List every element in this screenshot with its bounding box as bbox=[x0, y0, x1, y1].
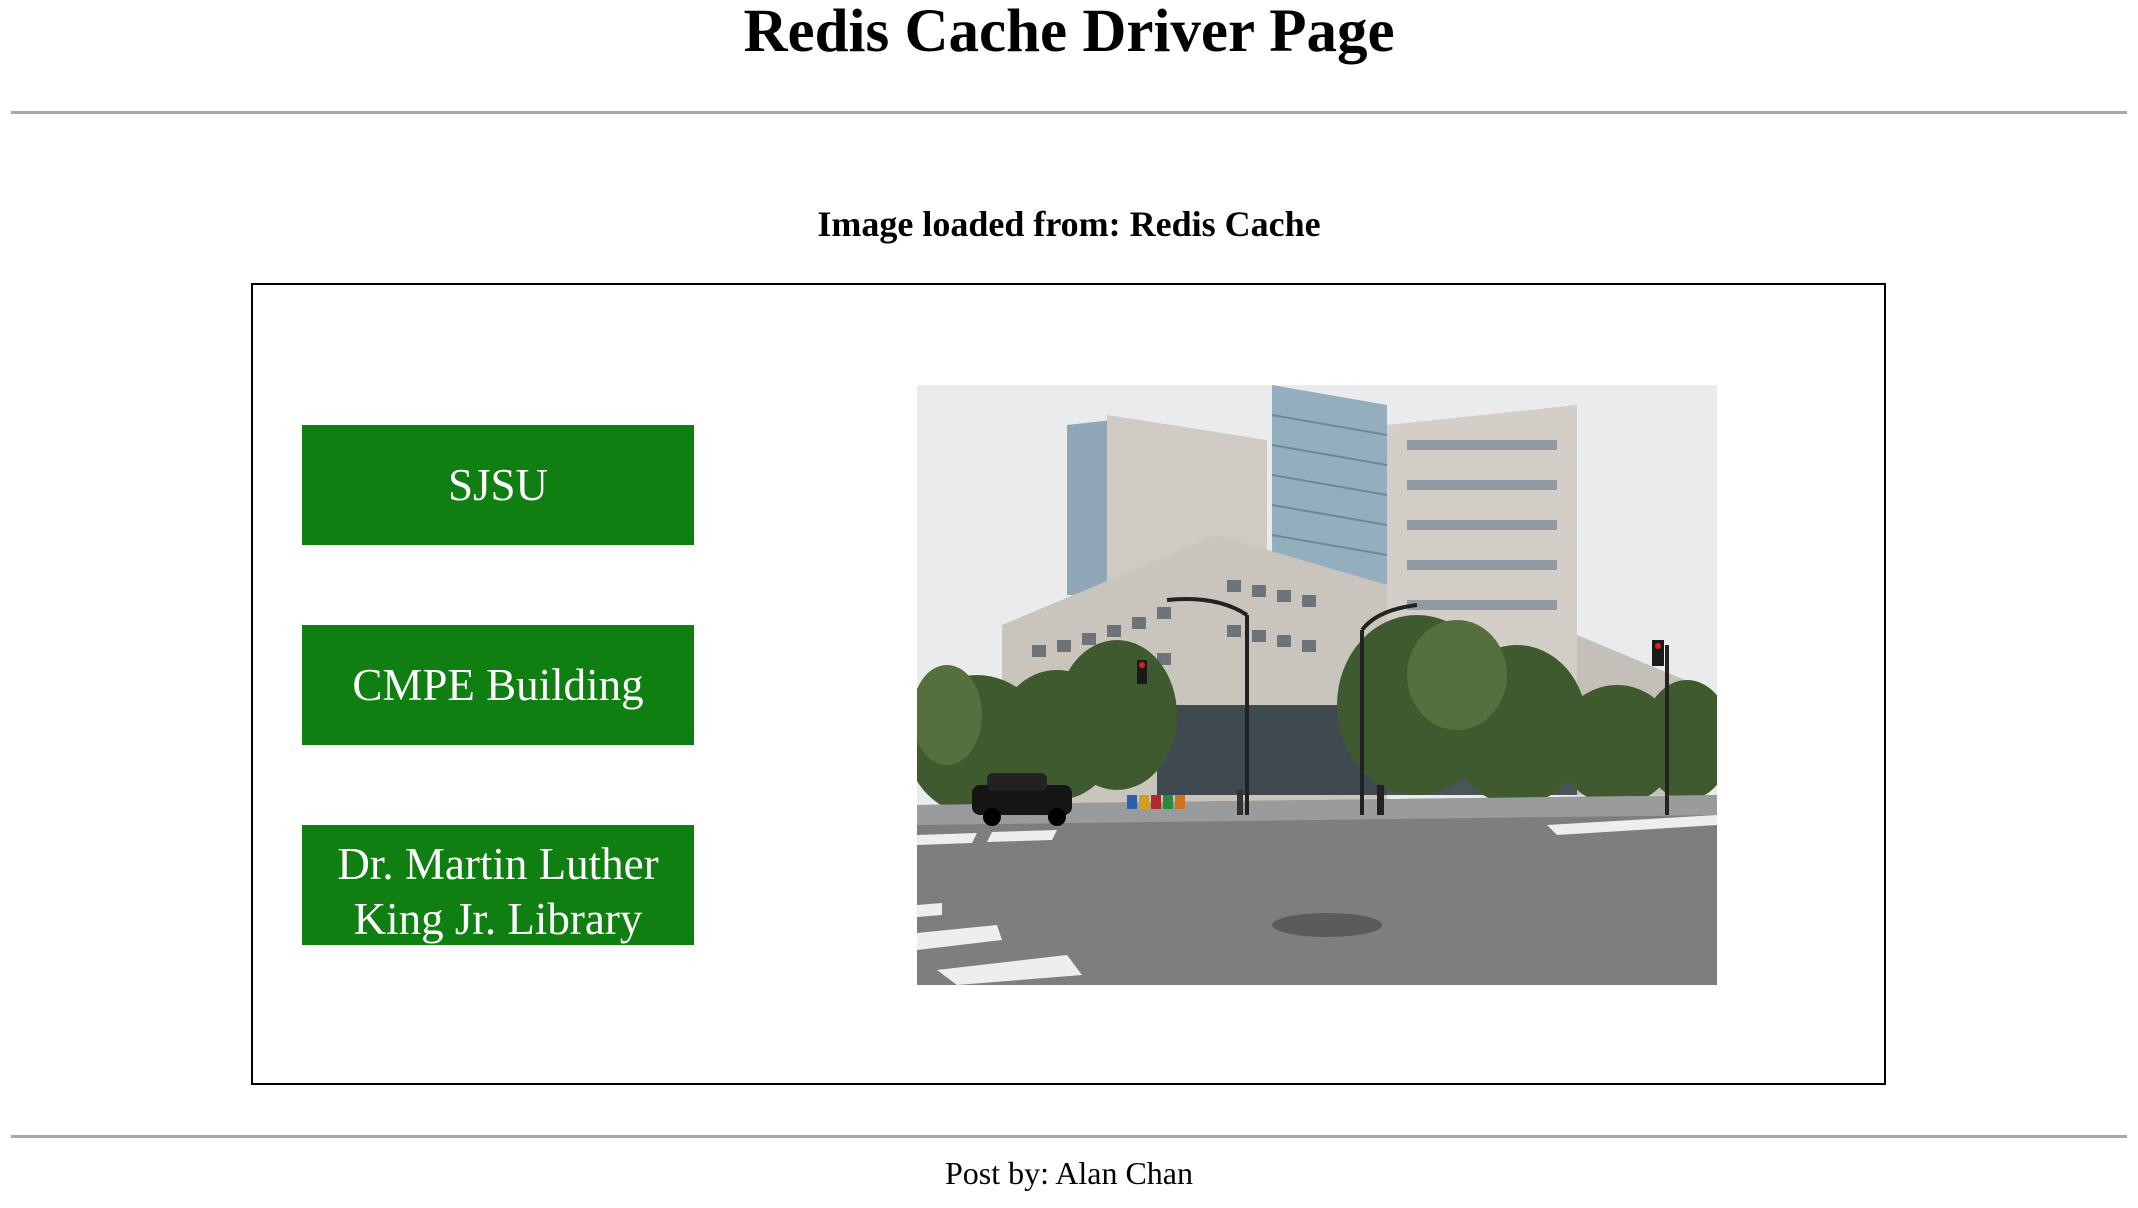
cmpe-building-button[interactable]: CMPE Building bbox=[302, 625, 694, 745]
footer-author: Post by: Alan Chan bbox=[944, 1155, 1193, 1191]
bottom-divider bbox=[11, 1135, 2127, 1138]
top-divider bbox=[11, 111, 2127, 114]
content-frame: SJSU CMPE Building Dr. Martin Luther Kin… bbox=[251, 283, 1886, 1085]
page: Redis Cache Driver Page Image loaded fro… bbox=[0, 0, 2138, 1208]
page-title: Redis Cache Driver Page bbox=[743, 0, 1395, 65]
library-photo bbox=[917, 385, 1717, 985]
library-button[interactable]: Dr. Martin Luther King Jr. Library bbox=[302, 825, 694, 945]
sjsu-button[interactable]: SJSU bbox=[302, 425, 694, 545]
image-source-label: Image loaded from: Redis Cache bbox=[817, 204, 1321, 244]
